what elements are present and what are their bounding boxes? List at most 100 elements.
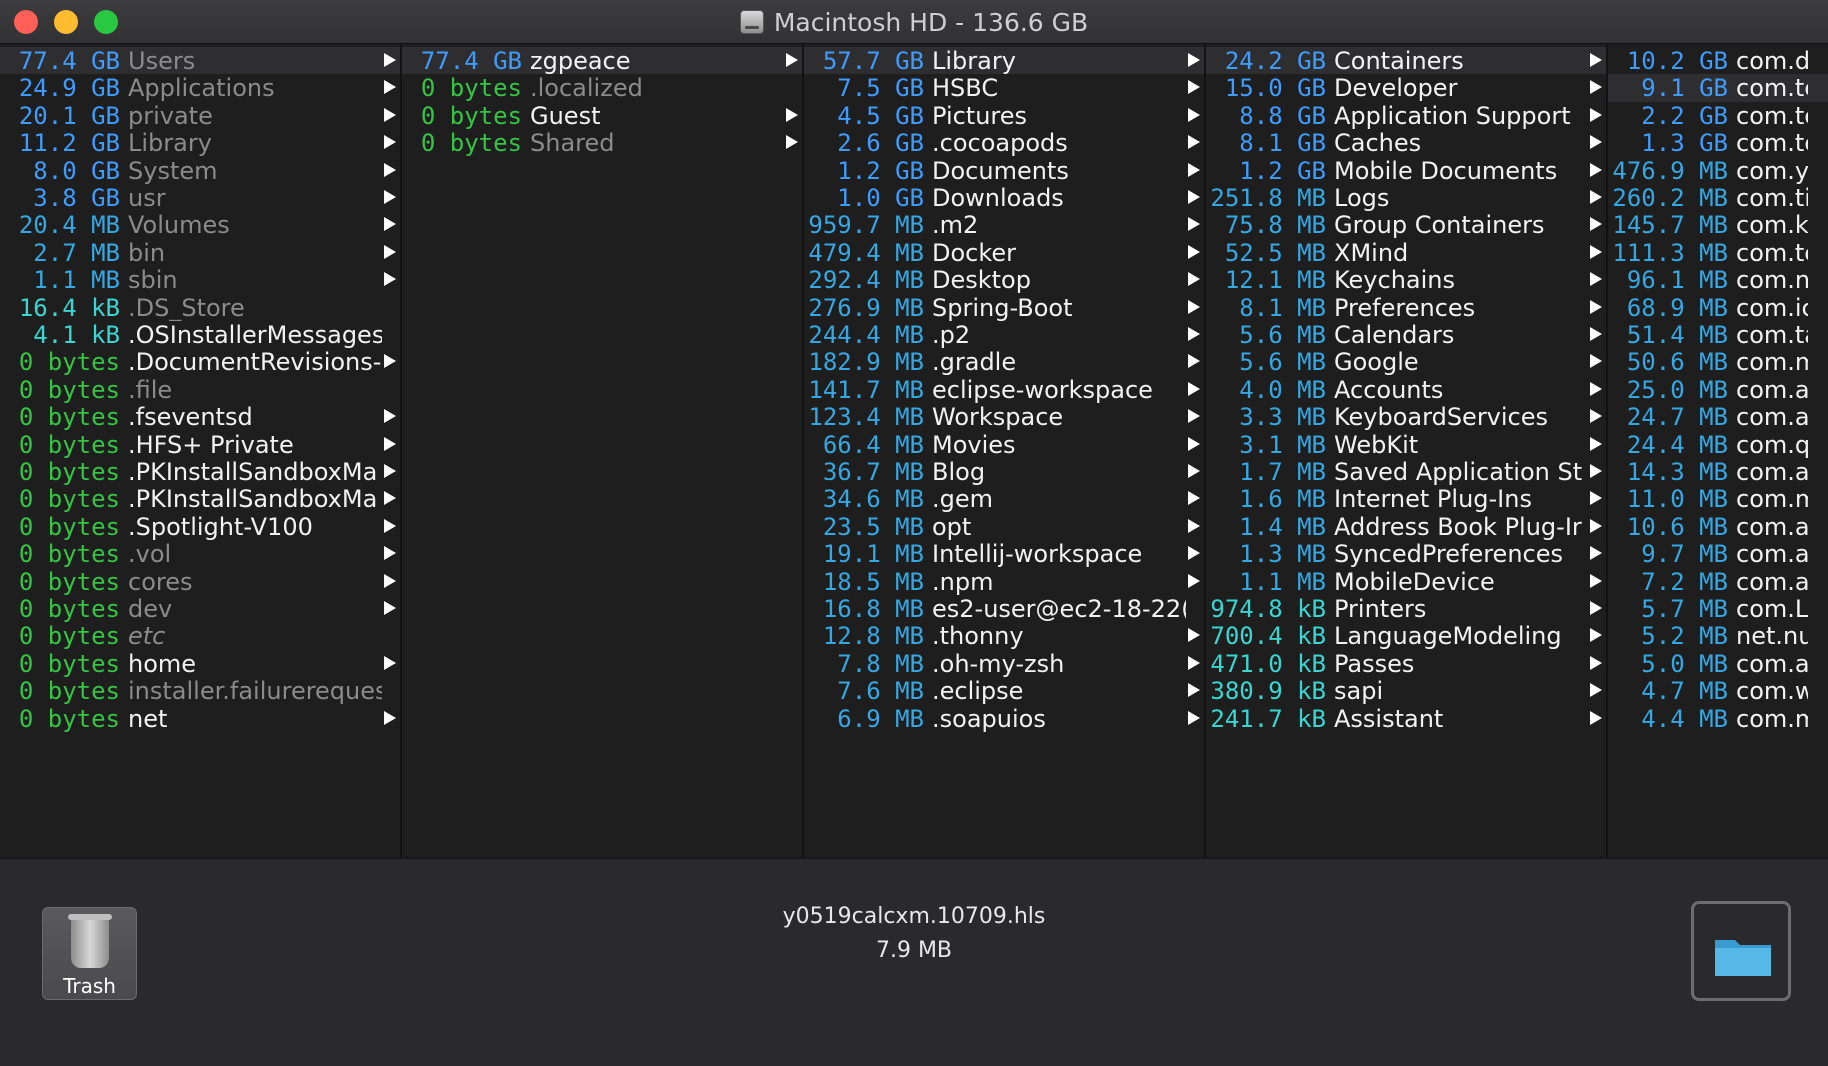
disclosure-arrow-icon[interactable]	[1188, 409, 1200, 424]
file-row[interactable]: 5.6 MB Google	[1206, 348, 1606, 376]
file-row[interactable]: 24.4 MB com.q	[1608, 431, 1828, 458]
file-row[interactable]: 34.6 MB .gem	[804, 485, 1204, 513]
file-row[interactable]: 4.4 MB com.m	[1608, 705, 1828, 732]
file-row[interactable]: 123.4 MB Workspace	[804, 403, 1204, 431]
file-row[interactable]: 23.5 MB opt	[804, 513, 1204, 540]
disclosure-arrow-icon[interactable]	[1188, 107, 1200, 122]
disclosure-arrow-icon[interactable]	[1188, 354, 1200, 369]
file-row[interactable]: 8.0 GB System	[0, 157, 400, 184]
disclosure-arrow-icon[interactable]	[1590, 272, 1602, 287]
disclosure-arrow-icon[interactable]	[1590, 601, 1602, 615]
disclosure-arrow-icon[interactable]	[1188, 683, 1200, 698]
disclosure-arrow-icon[interactable]	[1590, 217, 1602, 232]
file-row[interactable]: 24.7 MB com.a	[1608, 403, 1828, 430]
file-row[interactable]: 7.2 MB com.a	[1608, 568, 1828, 595]
disclosure-arrow-icon[interactable]	[384, 436, 396, 451]
disclosure-arrow-icon[interactable]	[1188, 80, 1200, 95]
disclosure-arrow-icon[interactable]	[1590, 573, 1602, 588]
column-library[interactable]: 24.2 GB Containers 15.0 GB Developer 8.8 GB A…	[1206, 44, 1608, 857]
file-row[interactable]: 182.9 MB .gradle	[804, 348, 1204, 376]
disclosure-arrow-icon[interactable]	[786, 53, 798, 67]
disclosure-arrow-icon[interactable]	[384, 491, 396, 506]
file-row[interactable]: 260.2 MB com.ti	[1608, 184, 1828, 211]
file-row[interactable]: 0 bytes .localized	[402, 74, 802, 101]
file-row[interactable]: 251.8 MB Logs	[1206, 184, 1606, 211]
column-zgpeace[interactable]: 57.7 GB Library 7.5 GB HSBC 4.5 GB Pictures 2.…	[804, 44, 1206, 857]
disclosure-arrow-icon[interactable]	[1188, 628, 1200, 643]
file-row[interactable]: 476.9 MB com.y	[1608, 157, 1828, 184]
disclosure-arrow-icon[interactable]	[1188, 573, 1200, 588]
file-row[interactable]: 68.9 MB com.ic	[1608, 294, 1828, 321]
file-row[interactable]: 75.8 MB Group Containers	[1206, 211, 1606, 239]
file-row[interactable]: 12.1 MB Keychains	[1206, 266, 1606, 294]
file-row[interactable]: 4.0 MB Accounts	[1206, 376, 1606, 403]
file-row[interactable]: 9.1 GB com.te	[1608, 74, 1828, 102]
file-row[interactable]: 50.6 MB com.m	[1608, 348, 1828, 375]
minimize-window-button[interactable]	[54, 10, 78, 34]
file-row[interactable]: 0 bytes .Spotlight-V100	[0, 513, 400, 540]
disclosure-arrow-icon[interactable]	[1590, 710, 1602, 725]
file-row[interactable]: 141.7 MB eclipse-workspace	[804, 376, 1204, 403]
file-row[interactable]: 24.2 GB Containers	[1206, 47, 1606, 75]
disclosure-arrow-icon[interactable]	[1188, 436, 1200, 451]
file-row[interactable]: 241.7 kB Assistant	[1206, 705, 1606, 732]
file-row[interactable]: 7.6 MB .eclipse	[804, 677, 1204, 705]
file-row[interactable]: 25.0 MB com.a	[1608, 376, 1828, 403]
column-users[interactable]: 77.4 GB zgpeace 0 bytes .localized 0 bytes Gu…	[402, 44, 804, 857]
disclosure-arrow-icon[interactable]	[1590, 299, 1602, 314]
disclosure-arrow-icon[interactable]	[1590, 80, 1602, 95]
disclosure-arrow-icon[interactable]	[786, 107, 798, 122]
file-row[interactable]: 16.8 MB es2-user@ec2-18-22(	[804, 595, 1204, 622]
disclosure-arrow-icon[interactable]	[384, 272, 396, 287]
file-row[interactable]: 0 bytes dev	[0, 595, 400, 622]
disclosure-arrow-icon[interactable]	[1590, 244, 1602, 259]
disclosure-arrow-icon[interactable]	[384, 518, 396, 533]
file-row[interactable]: 7.5 GB HSBC	[804, 74, 1204, 102]
file-row[interactable]: 0 bytes .vol	[0, 540, 400, 568]
disclosure-arrow-icon[interactable]	[384, 354, 396, 369]
file-row[interactable]: 0 bytes Shared	[402, 129, 802, 157]
file-row[interactable]: 1.1 MB sbin	[0, 266, 400, 294]
file-row[interactable]: 77.4 GB Users	[0, 47, 400, 75]
disclosure-arrow-icon[interactable]	[1590, 518, 1602, 533]
file-row[interactable]: 3.8 GB usr	[0, 184, 400, 211]
file-row[interactable]: 8.1 MB Preferences	[1206, 294, 1606, 321]
file-row[interactable]: 11.0 MB com.m	[1608, 485, 1828, 512]
file-row[interactable]: 244.4 MB .p2	[804, 321, 1204, 348]
disclosure-arrow-icon[interactable]	[1188, 327, 1200, 341]
file-row[interactable]: 0 bytes net	[0, 705, 400, 732]
file-row[interactable]: 1.3 GB com.te	[1608, 129, 1828, 156]
disclosure-arrow-icon[interactable]	[384, 107, 396, 122]
file-row[interactable]: 380.9 kB sapi	[1206, 677, 1606, 705]
file-row[interactable]: 1.7 MB Saved Application St	[1206, 458, 1606, 485]
file-row[interactable]: 479.4 MB Docker	[804, 239, 1204, 266]
disclosure-arrow-icon[interactable]	[1188, 518, 1200, 533]
file-row[interactable]: 1.3 MB SyncedPreferences	[1206, 540, 1606, 568]
disclosure-arrow-icon[interactable]	[1590, 135, 1602, 150]
file-row[interactable]: 8.8 GB Application Support	[1206, 102, 1606, 129]
disclosure-arrow-icon[interactable]	[1590, 327, 1602, 341]
file-row[interactable]: 0 bytes .DocumentRevisions-	[0, 348, 400, 376]
file-row[interactable]: 0 bytes .PKInstallSandboxMa	[0, 485, 400, 513]
disclosure-arrow-icon[interactable]	[384, 655, 396, 670]
disclosure-arrow-icon[interactable]	[1590, 381, 1602, 396]
disclosure-arrow-icon[interactable]	[1590, 655, 1602, 670]
file-row[interactable]: 57.7 GB Library	[804, 47, 1204, 75]
close-window-button[interactable]	[14, 10, 38, 34]
column-containers[interactable]: 10.2 GBcom.d9.1 GBcom.te2.2 GBcom.te1.3 …	[1608, 44, 1828, 857]
file-row[interactable]: 12.8 MB .thonny	[804, 622, 1204, 650]
disclosure-arrow-icon[interactable]	[1590, 683, 1602, 698]
file-row[interactable]: 0 bytes home	[0, 650, 400, 677]
file-row[interactable]: 1.0 GB Downloads	[804, 184, 1204, 211]
file-row[interactable]: 5.2 MB net.nu	[1608, 622, 1828, 649]
file-row[interactable]: 15.0 GB Developer	[1206, 74, 1606, 102]
file-row[interactable]: 6.9 MB .soapuios	[804, 705, 1204, 732]
file-row[interactable]: 292.4 MB Desktop	[804, 266, 1204, 294]
disclosure-arrow-icon[interactable]	[1188, 272, 1200, 287]
file-row[interactable]: 145.7 MB com.k	[1608, 211, 1828, 238]
file-row[interactable]: 111.3 MB com.te	[1608, 239, 1828, 266]
file-row[interactable]: 1.4 MB Address Book Plug-Ir	[1206, 513, 1606, 540]
file-row[interactable]: 471.0 kB Passes	[1206, 650, 1606, 677]
disclosure-arrow-icon[interactable]	[1590, 53, 1602, 67]
file-row[interactable]: 4.1 kB .OSInstallerMessages	[0, 321, 400, 348]
